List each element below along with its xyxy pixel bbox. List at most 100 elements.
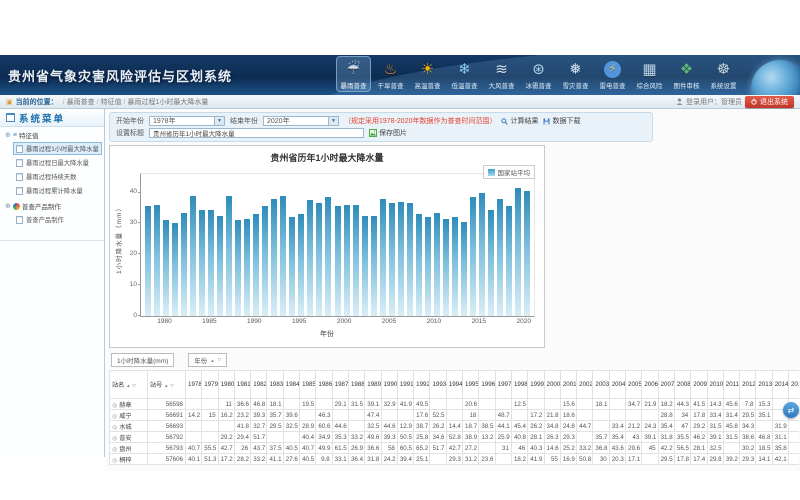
year-column-header[interactable]: 2007 [658,371,674,399]
station-name-cell[interactable]: ◎盘州 [110,443,148,454]
year-sort-chip[interactable]: 年份 ▲ ▽ [188,353,227,367]
year-column-header[interactable]: 1995 [463,371,479,399]
radio-icon[interactable]: ◎ [112,436,117,442]
end-year-select[interactable]: 2020年▼ [263,116,339,126]
chart-bar[interactable] [524,191,530,316]
chart-bar[interactable] [461,222,467,316]
radio-icon[interactable]: ◎ [112,403,117,409]
year-column-header[interactable]: 2015 [788,371,799,399]
chart-bar[interactable] [479,193,485,316]
year-column-header[interactable]: 2002 [577,371,593,399]
chart-bar[interactable] [307,200,313,316]
logout-button[interactable]: 退出系统 [745,96,794,108]
col-station-header[interactable]: 站名 ▲ ▽ [110,371,148,399]
sidebar-item[interactable]: 暴雨过程持续天数 [13,170,102,183]
year-column-header[interactable]: 1983 [267,371,283,399]
year-column-header[interactable]: 1978 [186,371,202,399]
year-column-header[interactable]: 1993 [430,371,446,399]
unit-chip[interactable]: 1小时降水量(mm) [111,353,174,367]
year-column-header[interactable]: 1991 [397,371,413,399]
chart-bar[interactable] [371,216,377,316]
year-column-header[interactable]: 2009 [691,371,707,399]
chart-bar[interactable] [145,206,151,316]
start-year-select[interactable]: 1978年▼ [149,116,225,126]
chart-bar[interactable] [280,196,286,316]
chart-bar[interactable] [262,206,268,316]
chart-bar[interactable] [208,210,214,317]
toolbar-item-drought[interactable]: ♨干旱普查 [374,57,407,91]
year-column-header[interactable]: 1996 [479,371,495,399]
chart-bar[interactable] [226,196,232,316]
year-column-header[interactable]: 1992 [414,371,430,399]
chart-bar[interactable] [362,216,368,316]
breadcrumb-item[interactable]: 暴雨普查 [67,99,95,106]
toolbar-item-hail[interactable]: ⊛冰雹普查 [522,57,555,91]
toolbar-item-map-review[interactable]: ❖图件审核 [670,57,703,91]
chart-bar[interactable] [515,188,521,316]
chart-bar[interactable] [335,206,341,316]
chart-bar[interactable] [298,214,304,316]
chart-bar[interactable] [199,210,205,317]
radio-icon[interactable]: ◎ [112,414,117,420]
year-column-header[interactable]: 2008 [674,371,690,399]
sidebar-group-characteristic-values[interactable]: ⊕≡特征值 [0,127,104,141]
chart-bar[interactable] [353,205,359,316]
sort-desc-icon[interactable]: ▽ [218,357,221,363]
chart-bar[interactable] [434,213,440,316]
sidebar-item[interactable]: 暴雨过程累计降水量 [13,184,102,197]
year-column-header[interactable]: 1982 [251,371,267,399]
sidebar-group-product-making[interactable]: ⊕普查产品制作 [0,198,104,212]
year-column-header[interactable]: 1979 [202,371,218,399]
chart-bar[interactable] [190,196,196,316]
chart-bar[interactable] [470,197,476,316]
chart-legend[interactable]: 国家站平均 [483,165,536,179]
station-name-cell[interactable]: ◎普安 [110,432,148,443]
year-column-header[interactable]: 2005 [626,371,642,399]
sidebar-item[interactable]: 普查产品制作 [13,213,102,226]
year-column-header[interactable]: 1986 [316,371,332,399]
toolbar-item-settings[interactable]: ☸系统设置 [707,57,740,91]
sort-desc-icon[interactable]: ▽ [132,383,135,388]
col-station-id-header[interactable]: 站号 ▲ ▽ [148,371,186,399]
chart-bar[interactable] [425,217,431,316]
chart-bar[interactable] [506,206,512,316]
year-column-header[interactable]: 2011 [723,371,739,399]
breadcrumb-item[interactable]: 特征值 [101,99,122,106]
chart-bar[interactable] [497,199,503,316]
chart-bar[interactable] [488,210,494,317]
chart-title-input[interactable] [149,128,364,138]
calc-result-button[interactable]: 计算结果 [501,116,538,126]
toolbar-item-composite-risk[interactable]: ▦综合风险 [633,57,666,91]
year-column-header[interactable]: 2004 [609,371,625,399]
chart-bar[interactable] [244,219,250,316]
sort-asc-icon[interactable]: ▲ [126,383,130,388]
year-column-header[interactable]: 1990 [381,371,397,399]
toolbar-item-wind[interactable]: ≋大风普查 [485,57,518,91]
chart-bar[interactable] [217,216,223,316]
station-name-cell[interactable]: ◎威宁 [110,410,148,421]
chart-bar[interactable] [163,220,169,316]
year-column-header[interactable]: 2001 [560,371,576,399]
chart-bar[interactable] [271,199,277,316]
chart-bar[interactable] [344,205,350,316]
year-column-header[interactable]: 1987 [332,371,348,399]
refresh-float-button[interactable]: ⇄ [783,402,799,418]
chart-bar[interactable] [289,217,295,316]
year-column-header[interactable]: 2014 [772,371,788,399]
radio-icon[interactable]: ◎ [112,447,117,453]
year-column-header[interactable]: 1999 [528,371,544,399]
table-wrapper[interactable]: 站名 ▲ ▽ 站号 ▲ ▽ 1978197919801 [109,370,799,465]
save-image-button[interactable]: 保存图片 [369,128,407,138]
year-column-header[interactable]: 1998 [511,371,527,399]
station-name-cell[interactable]: ◎赫章 [110,399,148,410]
toolbar-item-rainstorm[interactable]: ☔暴雨普查 [337,57,370,91]
year-column-header[interactable]: 1989 [365,371,381,399]
chart-bar[interactable] [181,213,187,316]
chart-bar[interactable] [452,217,458,316]
chart-bar[interactable] [398,202,404,316]
station-name-cell[interactable]: ◎桐梓 [110,454,148,465]
radio-icon[interactable]: ◎ [112,425,117,431]
chart-bar[interactable] [172,223,178,316]
year-column-header[interactable]: 1981 [234,371,250,399]
year-column-header[interactable]: 1997 [495,371,511,399]
